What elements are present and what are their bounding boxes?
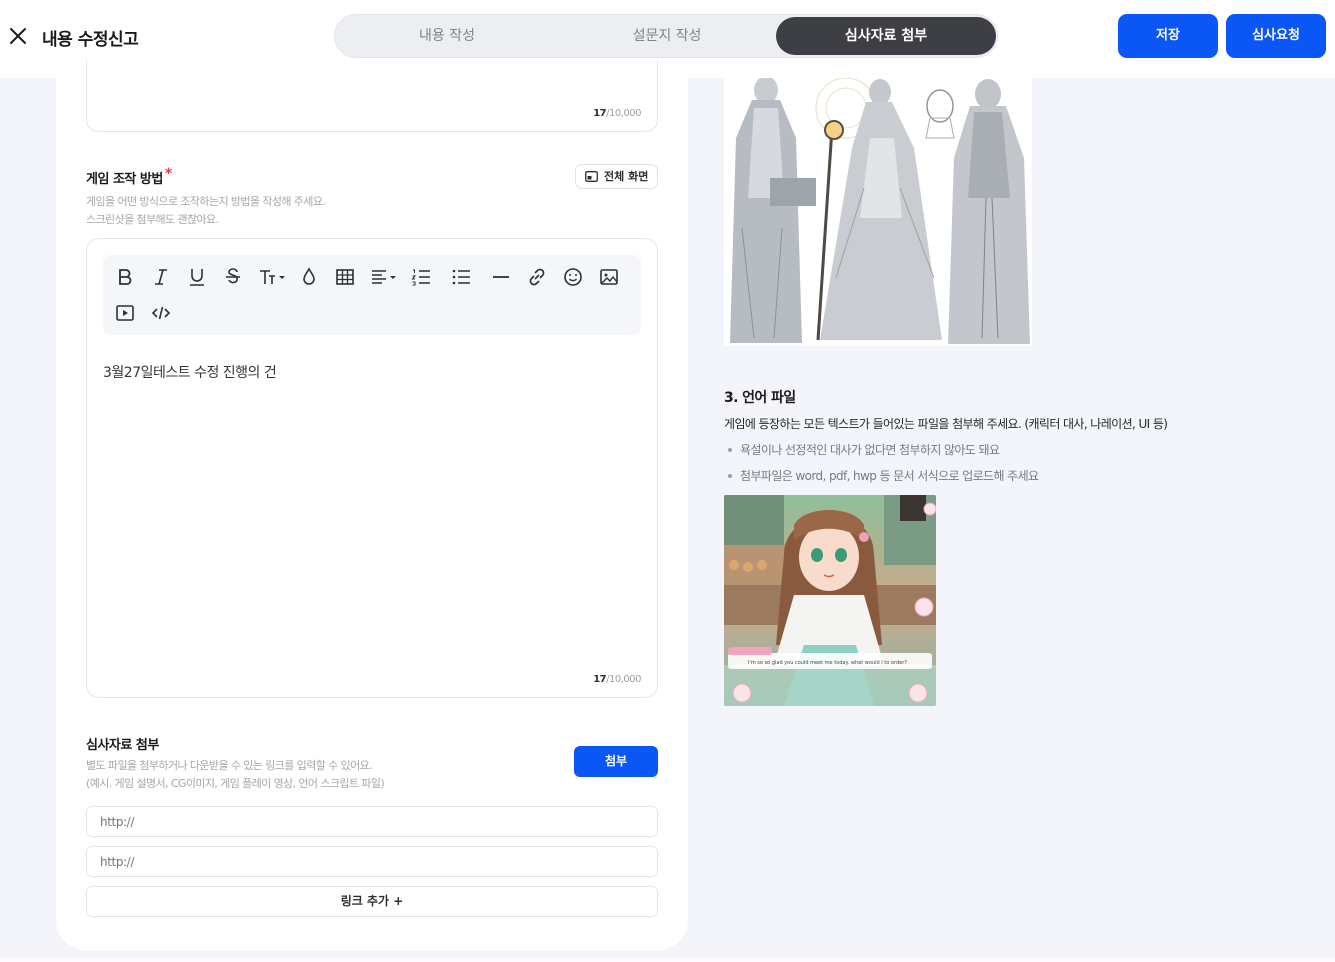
link-icon[interactable] — [525, 265, 549, 289]
bold-icon[interactable] — [113, 265, 137, 289]
ordered-list-icon[interactable] — [409, 265, 433, 289]
rich-text-editor[interactable]: 3월27일테스트 수정 진행의 건 17/10,000 — [86, 238, 658, 698]
form-card: 17/10,000 게임 조작 방법 * 게임을 어떤 방식으로 조작하는지 방법… — [56, 60, 688, 950]
underline-icon[interactable] — [185, 265, 209, 289]
editor-content[interactable]: 3월27일테스트 수정 진행의 건 — [103, 362, 277, 382]
character-sketch-image — [724, 78, 1032, 346]
previous-editor[interactable]: 17/10,000 — [86, 60, 658, 132]
save-button[interactable]: 저장 — [1118, 14, 1218, 58]
tab-content-write[interactable]: 내용 작성 — [337, 17, 557, 55]
guide-bullet: 욕설이나 선정적인 대사가 없다면 첨부하지 않아도 돼요 — [728, 441, 1000, 458]
add-link-button[interactable]: 링크 추가 + — [86, 886, 658, 917]
editor-toolbar — [103, 255, 641, 335]
page-title: 내용 수정신고 — [42, 30, 139, 50]
controls-label: 게임 조작 방법 * — [86, 166, 172, 187]
attach-button[interactable]: 첨부 — [574, 746, 658, 777]
attachments-description: 별도 파일을 첨부하거나 다운받을 수 있는 링크를 입력할 수 있어요. (예… — [86, 759, 385, 790]
tab-survey-write[interactable]: 설문지 작성 — [557, 17, 777, 55]
code-icon[interactable] — [149, 301, 173, 325]
text-size-icon[interactable] — [257, 265, 289, 289]
guide-title: 3. 언어 파일 — [724, 390, 796, 406]
char-counter: 17/10,000 — [593, 674, 641, 685]
tab-review-attach[interactable]: 심사자료 첨부 — [776, 17, 996, 55]
table-icon[interactable] — [333, 265, 357, 289]
color-drop-icon[interactable] — [297, 265, 321, 289]
guide-bullet: 첨부파일은 word, pdf, hwp 등 문서 서식으로 업로드해 주세요 — [728, 467, 1039, 484]
video-icon[interactable] — [113, 301, 137, 325]
controls-description: 게임을 어떤 방식으로 조작하는지 방법을 작성해 주세요. 스크린샷을 첨부해… — [86, 195, 326, 226]
guide-description: 게임에 등장하는 모든 텍스트가 들어있는 파일을 첨부해 주세요. (캐릭터 … — [724, 417, 1168, 431]
bottom-strip — [0, 958, 1335, 962]
game-screenshot-example-image: I'm so so glad you could meet me today. … — [724, 495, 936, 706]
strikethrough-icon[interactable] — [221, 265, 245, 289]
italic-icon[interactable] — [149, 265, 173, 289]
close-icon[interactable] — [6, 24, 30, 48]
image-icon[interactable] — [597, 265, 621, 289]
fullscreen-icon — [585, 171, 598, 182]
char-counter: 17/10,000 — [593, 108, 641, 119]
horizontal-rule-icon[interactable] — [489, 265, 513, 289]
attachments-label: 심사자료 첨부 — [86, 738, 159, 753]
request-review-button[interactable]: 심사요청 — [1226, 14, 1326, 58]
dialogue-text: I'm so so glad you could meet me today. … — [748, 660, 907, 666]
align-icon[interactable] — [369, 265, 401, 289]
link-input-1[interactable] — [86, 806, 658, 837]
fullscreen-button[interactable]: 전체 화면 — [575, 164, 658, 189]
link-input-2[interactable] — [86, 846, 658, 877]
step-tabs: 내용 작성 설문지 작성 심사자료 첨부 — [334, 14, 998, 58]
emoji-icon[interactable] — [561, 265, 585, 289]
required-mark: * — [164, 166, 172, 182]
bullet-list-icon[interactable] — [449, 265, 473, 289]
